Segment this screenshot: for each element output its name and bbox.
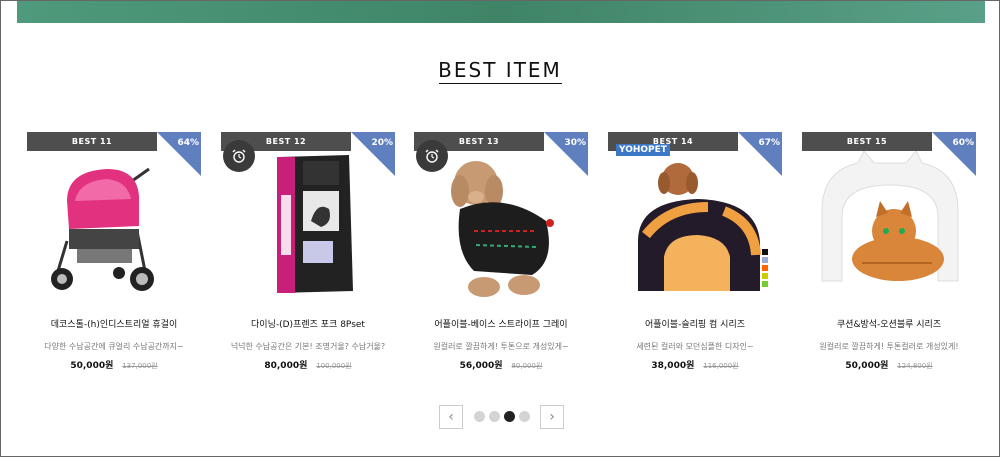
title-underline [439,83,562,84]
best-badge: BEST 15 [802,132,932,151]
product-name[interactable]: 어플이블-슬리핑 컴 시리즈 [608,317,782,330]
product-name[interactable]: 다이닝-(D)프렌즈 포크 8Pset [221,317,395,330]
product-name[interactable]: 데코스톨-(h)인디스트리얼 휴걸이 [27,317,201,330]
product-desc: 넉넉한 수납공간은 기본! 조명거울? 수납거울? [230,342,386,351]
alarm-clock-icon [416,140,448,172]
page-dot-active[interactable] [504,411,515,422]
product-image-dog-house[interactable] [608,151,782,301]
product-price: 50,000원 [845,361,889,371]
product-old-price: 100,000원 [316,362,352,370]
product-prices: 56,000원 80,000원 [414,358,588,371]
page-dot[interactable] [474,411,485,422]
product-price: 56,000원 [459,361,503,371]
product-card[interactable]: BEST 12 20% 다이닝-(D)프렌즈 포크 8Pset 넉넉한 수납공간… [221,132,395,382]
product-desc: 세련된 컬러와 모던심플한 디자인~ [636,342,754,351]
page-frame: BEST ITEM BEST 11 64% 데코스톨-(h)인디스트리얼 휴걸이… [0,0,1000,457]
product-old-price: 124,800원 [897,362,933,370]
best-badge: BEST 11 [27,132,157,151]
discount-label: 67% [758,138,780,148]
product-price: 50,000원 [70,361,114,371]
product-prices: 80,000원 100,000원 [221,358,395,371]
product-image-food-bag[interactable] [221,151,395,301]
product-price: 80,000원 [264,361,308,371]
section-title: BEST ITEM [438,58,562,82]
discount-label: 60% [952,138,974,148]
top-banner-bar [17,1,985,23]
product-card[interactable]: BEST 14 67% YOHOPET 어플이블-슬리핑 컴 시리즈 세련된 컬… [608,132,782,382]
page-dot[interactable] [519,411,530,422]
alarm-clock-icon [223,140,255,172]
product-prices: 50,000원 124,800원 [802,358,976,371]
product-card[interactable]: BEST 15 60% 쿠션&방석-오션블루 시리즈 원컬러로 깔끔하게! 투톤… [802,132,976,382]
product-desc: 다양한 수납공간에 큐얼리 수납공간까지~ [44,342,184,351]
brand-logo: YOHOPET [616,144,670,156]
product-image-dog-sweater[interactable] [414,151,588,301]
product-price: 38,000원 [651,361,695,371]
product-card[interactable]: BEST 11 64% 데코스톨-(h)인디스트리얼 휴걸이 다양한 수납공간에… [27,132,201,382]
product-carousel: BEST 11 64% 데코스톨-(h)인디스트리얼 휴걸이 다양한 수납공간에… [27,132,983,382]
product-desc: 원컬러로 깔끔하게! 투톤컬러로 개성있게! [819,342,959,351]
next-arrow-icon[interactable]: › [540,405,564,429]
product-old-price: 80,000원 [511,362,543,370]
product-prices: 50,000원 137,000원 [27,358,201,371]
page-dot[interactable] [489,411,500,422]
product-card[interactable]: BEST 13 30% 어플이블-베이스 스트라이프 그레이 원컬러로 깔끔하게… [414,132,588,382]
discount-label: 64% [177,138,199,148]
product-prices: 38,000원 116,000원 [608,358,782,371]
product-image-stroller[interactable] [27,151,201,301]
product-name[interactable]: 쿠션&방석-오션블루 시리즈 [802,317,976,330]
product-desc: 원컬러로 깔끔하게! 투톤으로 개성있게~ [433,342,569,351]
discount-label: 30% [564,138,586,148]
product-old-price: 137,000원 [122,362,158,370]
carousel-pagination: ‹ › [439,405,564,429]
product-image-cat-door[interactable] [802,150,976,301]
product-name[interactable]: 어플이블-베이스 스트라이프 그레이 [414,317,588,330]
product-old-price: 116,000원 [703,362,739,370]
discount-label: 20% [371,138,393,148]
prev-arrow-icon[interactable]: ‹ [439,405,463,429]
